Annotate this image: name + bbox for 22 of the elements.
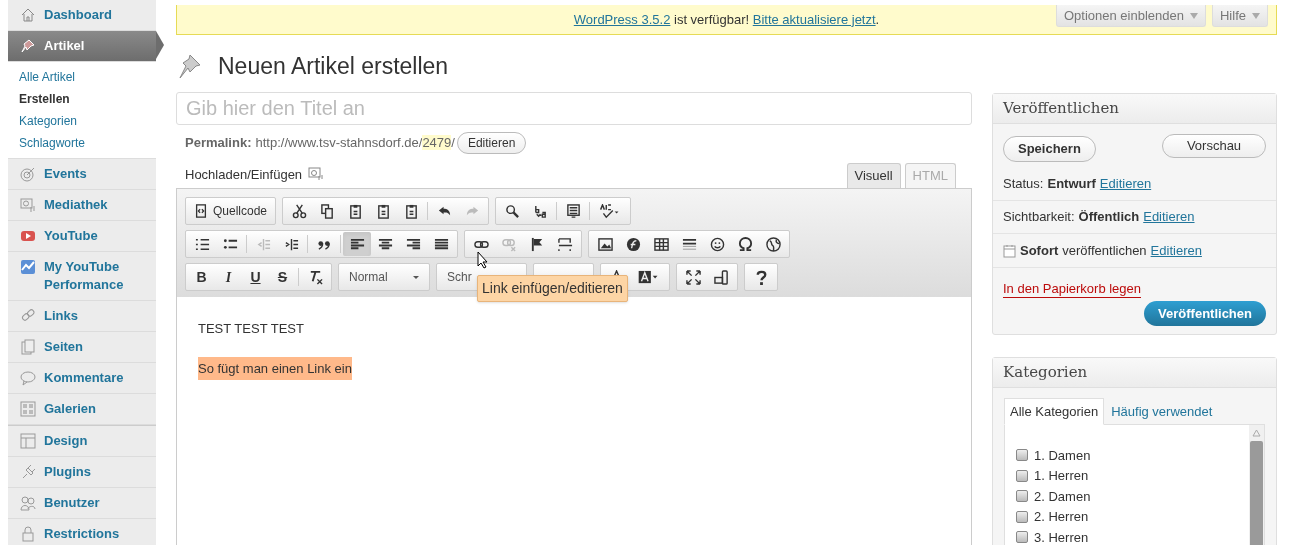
paragraph: TEST TEST TEST [198, 320, 304, 338]
category-label: 2. Herren [1034, 508, 1089, 526]
notice-text: . [875, 11, 880, 27]
status-label: Status: [1003, 175, 1044, 194]
box-title: Kategorien [993, 358, 1276, 388]
page-title: Neuen Artikel erstellen [218, 51, 449, 81]
tooltip: Link einfügen/editieren [477, 275, 628, 302]
status-value: Entwurf [1047, 175, 1096, 194]
category-label: 1. Herren [1034, 467, 1089, 485]
status-value: Öffentlich [1078, 208, 1140, 227]
status-value: Sofort [1020, 241, 1059, 260]
permalink-url: http://www.tsv-stahnsdorf.de/2479/ [255, 134, 455, 153]
category-label: 3. Herren [1034, 528, 1089, 545]
category-label: 2. Damen [1034, 487, 1091, 506]
status-label: veröffentlichen [1062, 241, 1147, 260]
category-label: 1. Damen [1034, 446, 1091, 465]
permalink-label: Permalink: [185, 134, 252, 153]
notice-text: ist verfügbar! [673, 11, 751, 27]
status-label: Sichtbarkeit: [1003, 208, 1075, 227]
paragraph: So fügt man einen Link ein [198, 356, 352, 380]
box-title: Veröffentlichen [993, 94, 1276, 124]
media-label: Hochladen/Einfügen [185, 165, 303, 184]
